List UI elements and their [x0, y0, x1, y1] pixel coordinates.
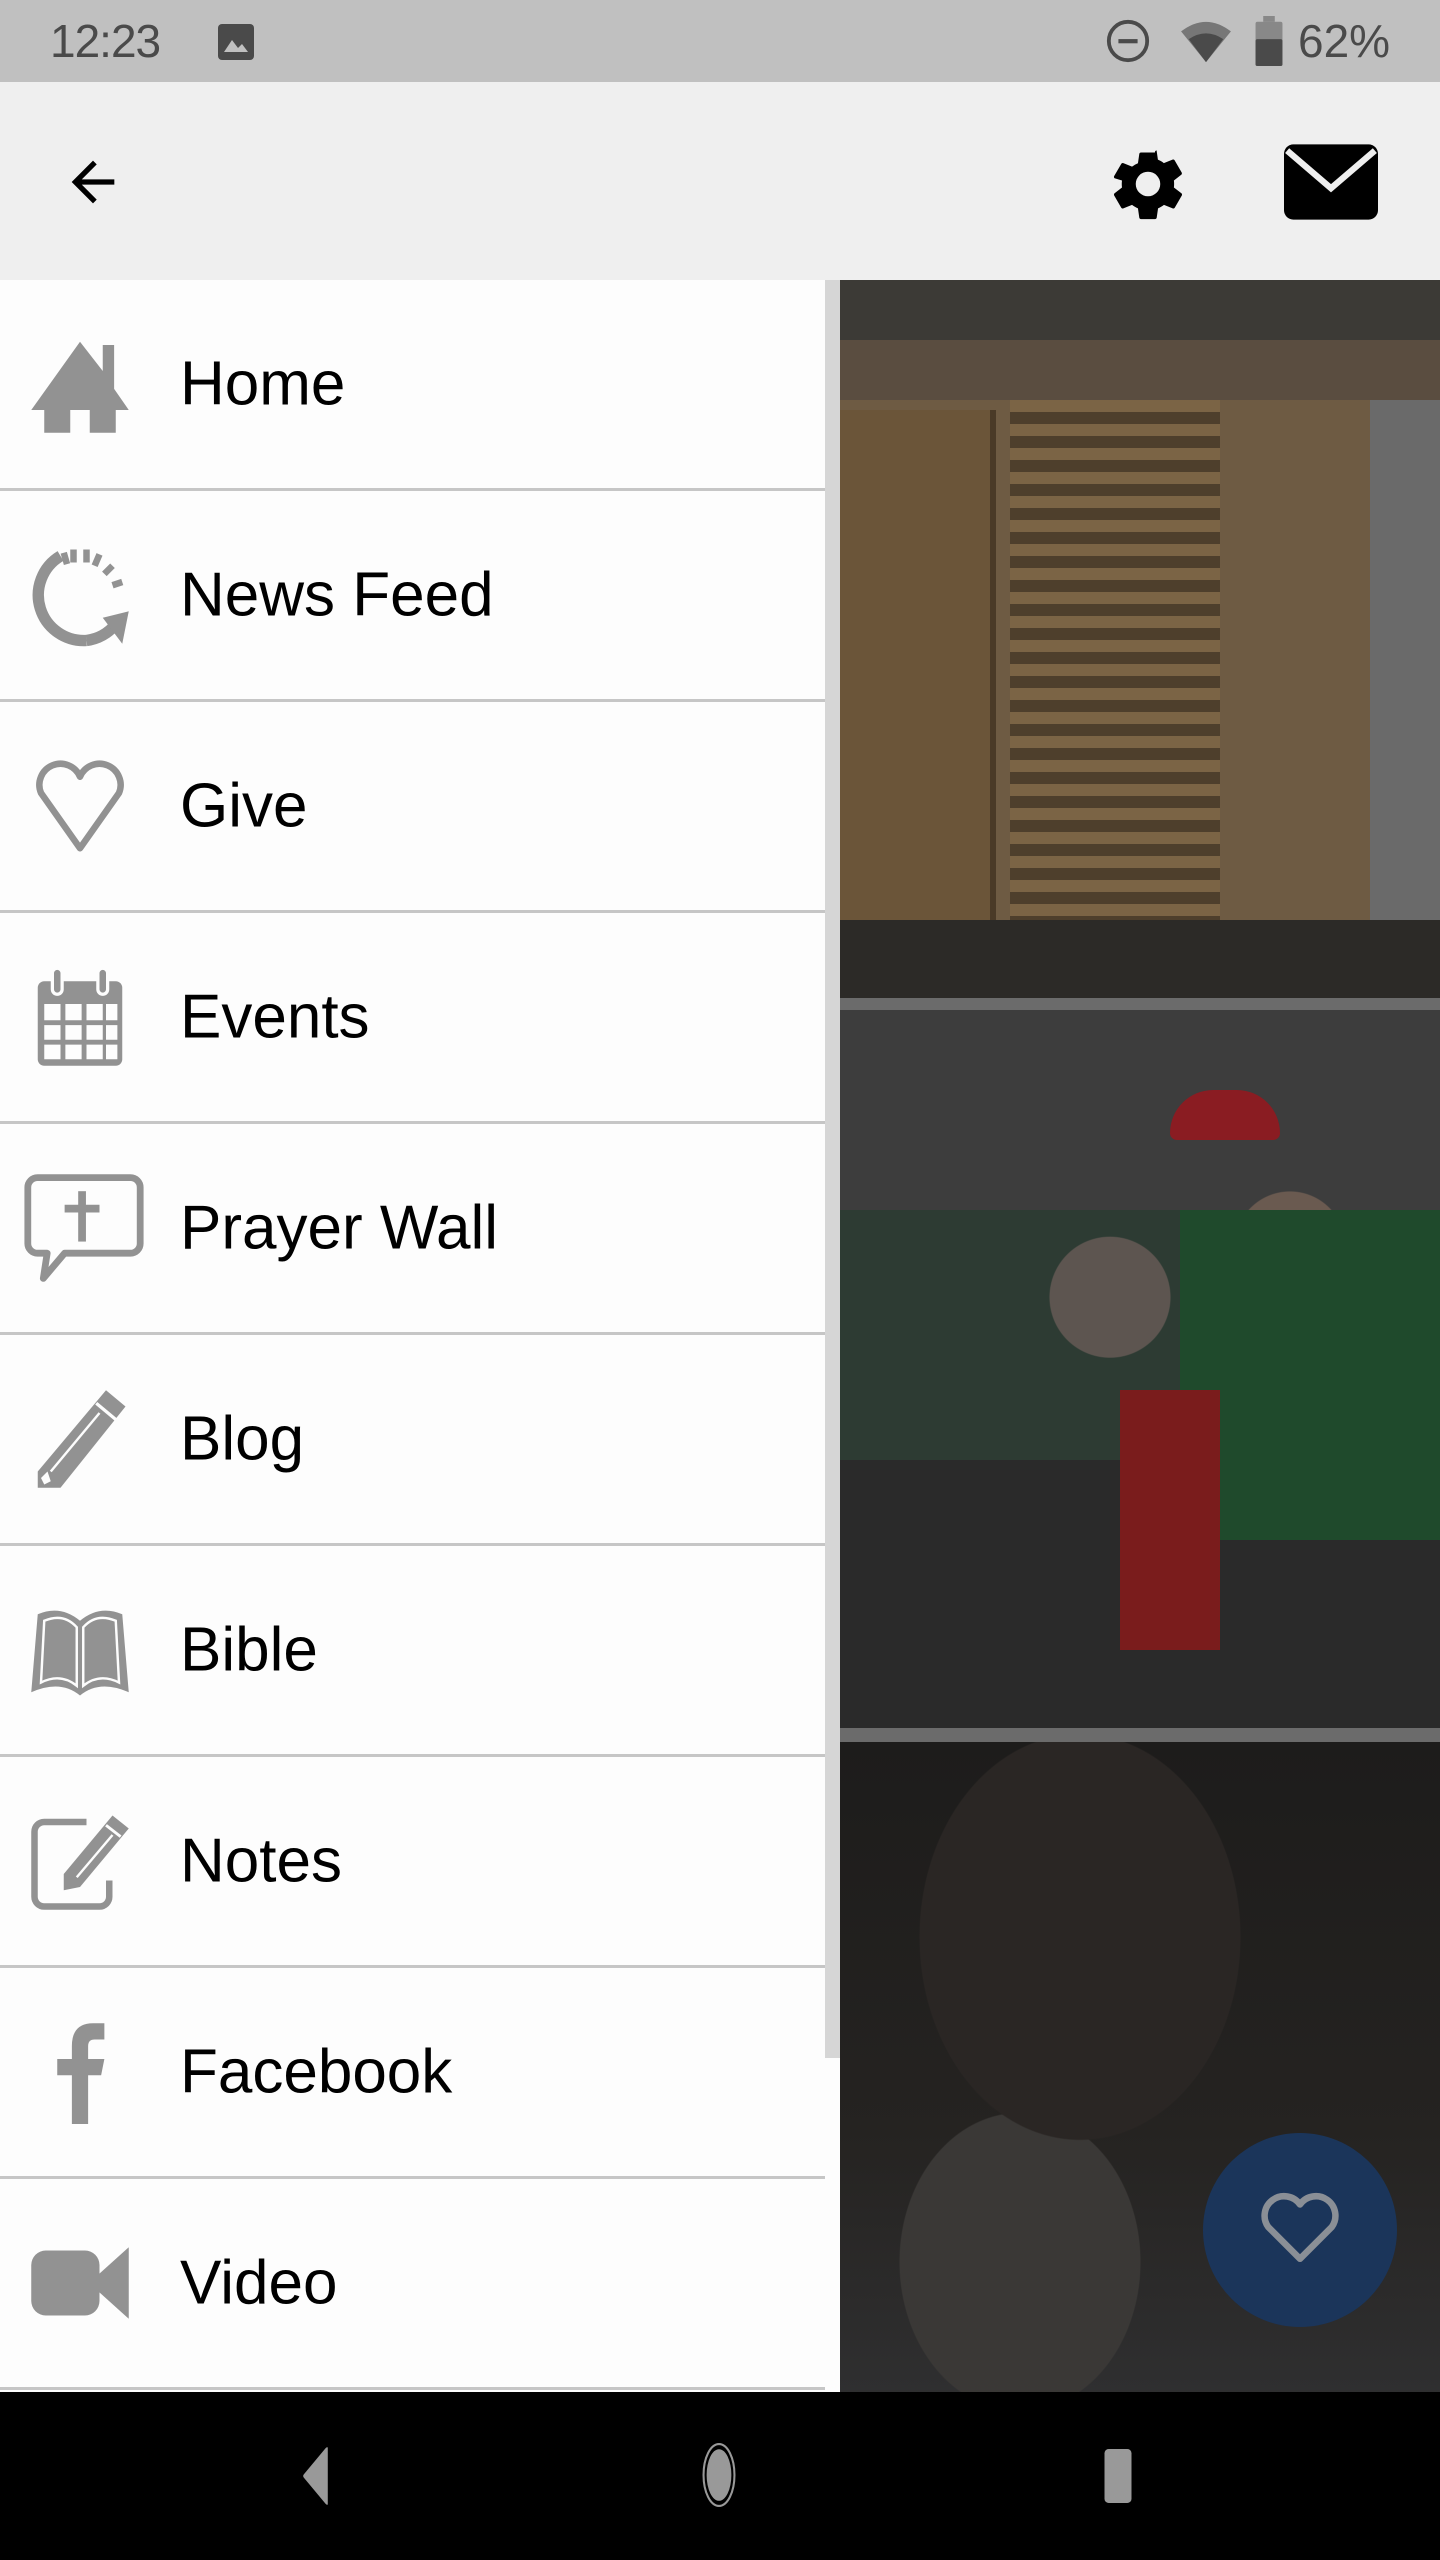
app-bar	[0, 82, 1440, 280]
system-nav-bar	[0, 2392, 1440, 2560]
drawer-item-label: Events	[180, 982, 370, 1052]
drawer-item-notes[interactable]: Notes	[0, 1757, 825, 1968]
nav-recents-icon[interactable]	[1092, 2449, 1144, 2503]
drawer-item-facebook[interactable]: Facebook	[0, 1968, 825, 2179]
drawer-item-bible[interactable]: Bible	[0, 1546, 825, 1757]
drawer-item-label: Prayer Wall	[180, 1193, 499, 1263]
open-book-icon	[31, 1610, 129, 1696]
refresh-feed-icon	[32, 549, 129, 647]
scrollbar-thumb[interactable]	[825, 280, 840, 2058]
heart-outline-icon	[36, 760, 124, 852]
gear-icon[interactable]	[1106, 142, 1190, 226]
nav-back-icon[interactable]	[290, 2446, 342, 2506]
wifi-icon	[1181, 21, 1231, 63]
status-bar: 12:23 62%	[0, 0, 1440, 82]
drawer-item-prayer-wall[interactable]: Prayer Wall	[0, 1124, 825, 1335]
photo-red-shirt	[1120, 1390, 1220, 1650]
drawer-scrollbar[interactable]	[825, 280, 840, 2392]
arrow-back-icon[interactable]	[60, 150, 126, 214]
navigation-drawer: Home News Feed Give Events Prayer Wall B…	[0, 280, 825, 2392]
drawer-item-home[interactable]: Home	[0, 280, 825, 491]
pencil-icon	[37, 1390, 126, 1488]
drawer-item-blog[interactable]: Blog	[0, 1335, 825, 1546]
photo-red-cap	[1170, 1090, 1280, 1140]
drawer-item-label: Notes	[180, 1826, 342, 1896]
drawer-item-news-feed[interactable]: News Feed	[0, 491, 825, 702]
drawer-item-label: Give	[180, 771, 308, 841]
drawer-item-label: Video	[180, 2248, 338, 2318]
photo-wall	[1370, 400, 1440, 920]
give-fab-button[interactable]	[1203, 2133, 1397, 2327]
building-doorway-photo[interactable]	[840, 280, 1440, 998]
facebook-icon	[57, 2023, 105, 2124]
drawer-item-give[interactable]: Give	[0, 702, 825, 913]
envelope-icon[interactable]	[1284, 144, 1378, 220]
drawer-item-label: Facebook	[180, 2037, 453, 2107]
nav-home-icon[interactable]	[687, 2442, 751, 2508]
edit-note-icon	[31, 1815, 129, 1910]
drawer-item-label: Home	[180, 349, 346, 419]
battery-icon	[1255, 16, 1283, 66]
photo-feed	[840, 280, 1440, 2392]
drawer-item-events[interactable]: Events	[0, 913, 825, 1124]
church-community-group-photo[interactable]	[840, 1010, 1440, 1728]
video-camera-icon	[31, 2247, 129, 2319]
drawer-item-label: Blog	[180, 1404, 305, 1474]
photo-slatted-panel	[1010, 400, 1220, 920]
image-icon	[218, 24, 254, 60]
heart-outline-icon	[1261, 2192, 1339, 2263]
drawer-item-label: Bible	[180, 1615, 318, 1685]
speech-bubble-cross-icon	[24, 1174, 144, 1282]
photo-door-shape	[840, 410, 996, 920]
drawer-item-video[interactable]: Video	[0, 2179, 825, 2390]
calendar-icon	[37, 966, 123, 1066]
drawer-item-label: News Feed	[180, 560, 494, 630]
status-time: 12:23	[50, 15, 161, 67]
do-not-disturb-icon	[1106, 19, 1150, 63]
home-icon	[31, 341, 129, 433]
battery-percent: 62%	[1298, 15, 1391, 67]
